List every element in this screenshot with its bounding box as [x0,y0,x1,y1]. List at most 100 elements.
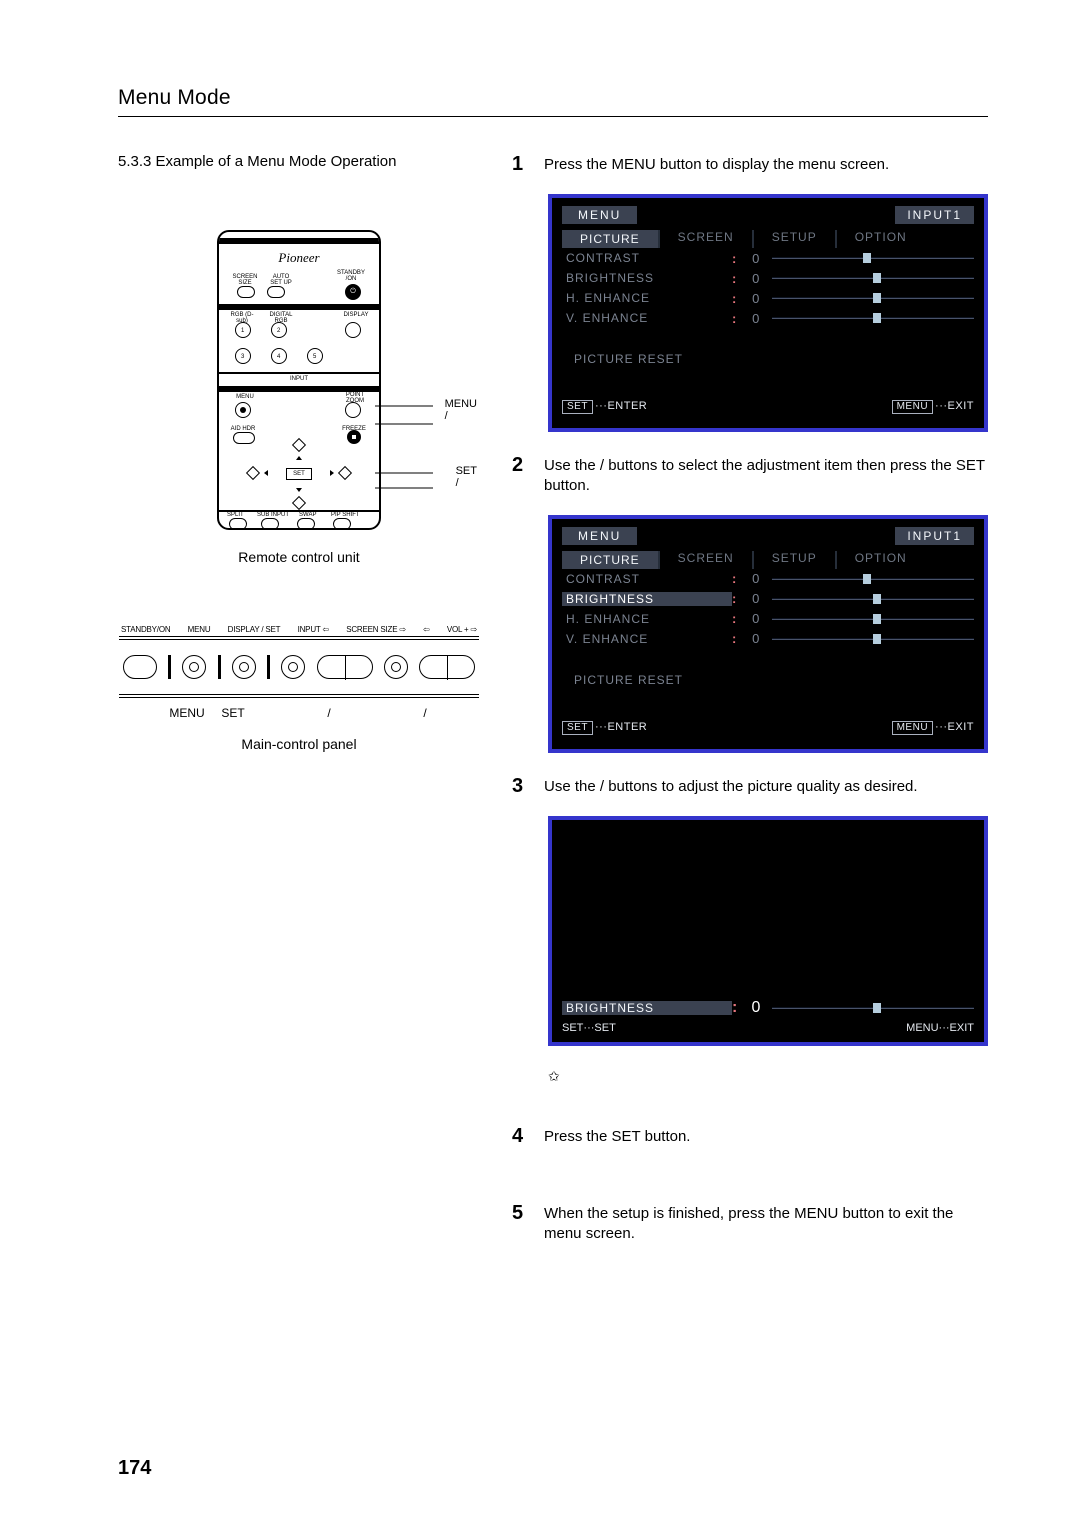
osd1-foot-menukey: MENU [892,400,933,414]
btn-right[interactable] [338,466,352,480]
osd1-venh: V. ENHANCE [562,311,732,325]
plabel-menu: MENU [188,625,211,634]
panel-led2 [218,655,221,679]
osd2-venh-slider [772,634,974,644]
btn-display[interactable] [345,322,361,338]
osd2-tab-setup: SETUP [754,551,837,569]
pbelow-slash2: / [407,706,443,720]
label-display: DISPLAY [341,312,371,318]
osd1-foot-setkey: SET [562,400,593,414]
panel-vol-rocker[interactable] [419,655,475,679]
callout-slash: / [445,410,477,422]
panel-led-ring1 [182,655,206,679]
step3-num: 3 [512,775,542,798]
osd1-bright-val: 0 [744,271,768,286]
step4-text: Press the SET button. [542,1125,988,1148]
label-input: INPUT [219,376,379,382]
btn-2[interactable]: 2 [271,322,287,338]
step2-text: Use the / buttons to select the adjustme… [542,454,988,497]
btn-pipshift[interactable] [333,518,351,530]
panel-caption: Main-control panel [119,736,479,752]
callout-slash2: / [456,477,477,489]
osd2-henh: H. ENHANCE [562,612,732,626]
osd2-bright-val: 0 [744,591,768,606]
osd2-tab-picture: PICTURE [562,551,660,569]
panel-led-ring4 [384,655,408,679]
btn-up[interactable] [292,438,306,452]
osd2-bright: BRIGHTNESS [562,592,732,606]
step1-text: Press the MENU button to display the men… [542,153,988,176]
osd1-contrast-val: 0 [744,251,768,266]
osd3-bright-val: 0 [744,999,768,1017]
callout-menu: MENU [445,398,477,410]
panel-led-ring2 [232,655,256,679]
btn-3[interactable]: 3 [235,348,251,364]
step3-text: Use the / buttons to adjust the picture … [542,775,988,798]
btn-standby[interactable]: ⏻ [345,284,361,300]
btn-menu[interactable] [235,402,251,418]
osd2-reset: PICTURE RESET [562,669,974,691]
osd1-henh-val: 0 [744,291,768,306]
osd-screen-2: MENU INPUT1 PICTURE SCREEN SETUP OPTION … [548,515,988,753]
subsection-heading: 5.3.3 Example of a Menu Mode Operation [118,153,480,170]
osd1-venh-val: 0 [744,311,768,326]
figure-remote: Pioneer SCREEN SIZE AUTO SET UP STANDBY … [169,230,429,565]
plabel-screensize: SCREEN SIZE ⇨ [346,625,406,634]
arrow-pad: SET [252,444,346,504]
plabel-standby: STANDBY/ON [121,625,170,634]
btn-swap[interactable] [297,518,315,530]
osd2-contrast: CONTRAST [562,572,732,586]
pbelow-set: SET [215,706,251,720]
step5-text: When the setup is finished, press the ME… [542,1202,988,1245]
btn-down[interactable] [292,496,306,510]
step1-num: 1 [512,153,542,176]
plabel-input: INPUT ⇦ [298,625,329,634]
osd1-venh-slider [772,313,974,323]
btn-1[interactable]: 1 [235,322,251,338]
osd1-tab-option: OPTION [837,230,925,248]
btn-auto-setup[interactable] [267,286,285,298]
osd2-foot-exit: EXIT [948,721,974,733]
osd1-foot-exit: EXIT [948,400,974,412]
osd3-bright-slider [772,1003,974,1013]
star-note: ✩ [548,1068,988,1085]
panel-led1 [168,655,171,679]
osd2-contrast-val: 0 [744,571,768,586]
btn-freeze[interactable] [347,430,361,444]
page-number: 174 [118,1457,151,1480]
btn-aidhdr[interactable] [233,432,255,444]
osd2-menu-label: MENU [562,527,637,545]
panel-led-ring3 [281,655,305,679]
label-menu-btn: MENU [233,394,257,400]
osd3-foot-exit: EXIT [950,1022,974,1034]
plabel-volminus: ⇦ [423,625,430,634]
btn-left[interactable] [246,466,260,480]
remote-body: Pioneer SCREEN SIZE AUTO SET UP STANDBY … [217,230,381,530]
btn-subinput[interactable] [261,518,279,530]
remote-caption: Remote control unit [169,549,429,565]
btn-5[interactable]: 5 [307,348,323,364]
osd3-foot-set: SET [594,1022,615,1034]
panel-input-rocker[interactable] [317,655,373,679]
osd1-tab-screen: SCREEN [660,230,754,248]
osd2-bright-slider [772,594,974,604]
osd1-henh-slider [772,293,974,303]
osd1-bright-slider [772,273,974,283]
plabel-volplus: VOL + ⇨ [447,625,477,634]
btn-set[interactable]: SET [286,468,312,480]
osd2-foot-enter: ENTER [607,721,647,733]
btn-4[interactable]: 4 [271,348,287,364]
pbelow-slash1: / [311,706,347,720]
osd2-henh-val: 0 [744,611,768,626]
osd2-tab-screen: SCREEN [660,551,754,569]
btn-pointzoom[interactable] [345,402,361,418]
btn-split[interactable] [229,518,247,530]
osd-screen-1: MENU INPUT1 PICTURE SCREEN SETUP OPTION … [548,194,988,432]
osd2-foot-menukey: MENU [892,721,933,735]
osd1-contrast: CONTRAST [562,251,732,265]
osd1-menu-label: MENU [562,206,637,224]
osd1-input-label: INPUT1 [895,206,974,224]
osd1-henh: H. ENHANCE [562,291,732,305]
btn-screen-size[interactable] [237,286,255,298]
panel-standby-btn[interactable] [123,655,157,679]
